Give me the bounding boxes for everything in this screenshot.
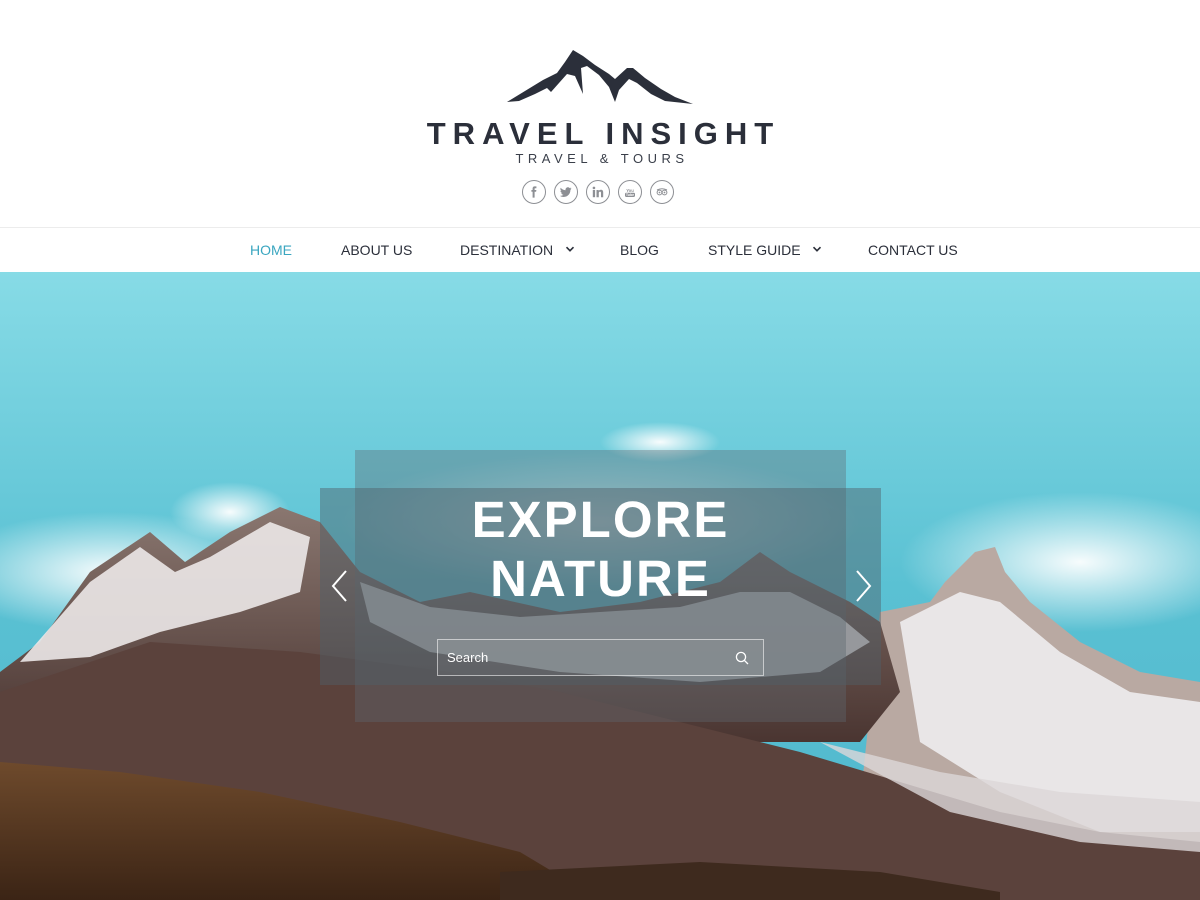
facebook-icon[interactable] [522, 180, 546, 204]
nav-item-blog[interactable]: BLOG [620, 228, 659, 272]
nav-item-about-us[interactable]: ABOUT US [341, 228, 412, 272]
youtube-icon[interactable]: You Tube [618, 180, 642, 204]
chevron-down-icon [565, 246, 575, 253]
nav-item-style-guide-label: STYLE GUIDE [708, 242, 801, 258]
chevron-left-icon[interactable] [330, 569, 350, 603]
hero-title-line-1: EXPLORE [471, 491, 730, 548]
search-input[interactable] [438, 640, 728, 675]
mountain-logo-icon[interactable] [505, 46, 695, 108]
site-tagline: TRAVEL & TOURS [515, 151, 689, 166]
social-links: You Tube [522, 180, 674, 205]
main-nav: HOME ABOUT US DESTINATION BLOG STYLE GUI… [0, 227, 1200, 272]
nav-item-style-guide[interactable]: STYLE GUIDE [708, 228, 822, 272]
site-title[interactable]: TRAVEL INSIGHT [0, 116, 1200, 152]
hero-title: EXPLORE NATURE [320, 490, 881, 608]
nav-item-home[interactable]: HOME [250, 228, 292, 272]
nav-item-contact-us[interactable]: CONTACT US [868, 228, 958, 272]
nav-item-destination[interactable]: DESTINATION [460, 228, 575, 272]
nav-item-destination-label: DESTINATION [460, 242, 554, 258]
hero-search-box [437, 639, 764, 676]
chevron-right-icon[interactable] [853, 569, 873, 603]
site-header: TRAVEL INSIGHT TRAVEL & TOURS You Tube [0, 0, 1200, 227]
hero-title-line-2: NATURE [490, 550, 711, 607]
svg-text:Tube: Tube [626, 193, 634, 197]
chevron-down-icon [813, 246, 822, 253]
linkedin-icon[interactable] [586, 180, 610, 204]
twitter-icon[interactable] [554, 180, 578, 204]
tripadvisor-icon[interactable] [650, 180, 674, 204]
hero-slider: EXPLORE NATURE [0, 272, 1200, 900]
search-icon[interactable] [735, 651, 749, 665]
